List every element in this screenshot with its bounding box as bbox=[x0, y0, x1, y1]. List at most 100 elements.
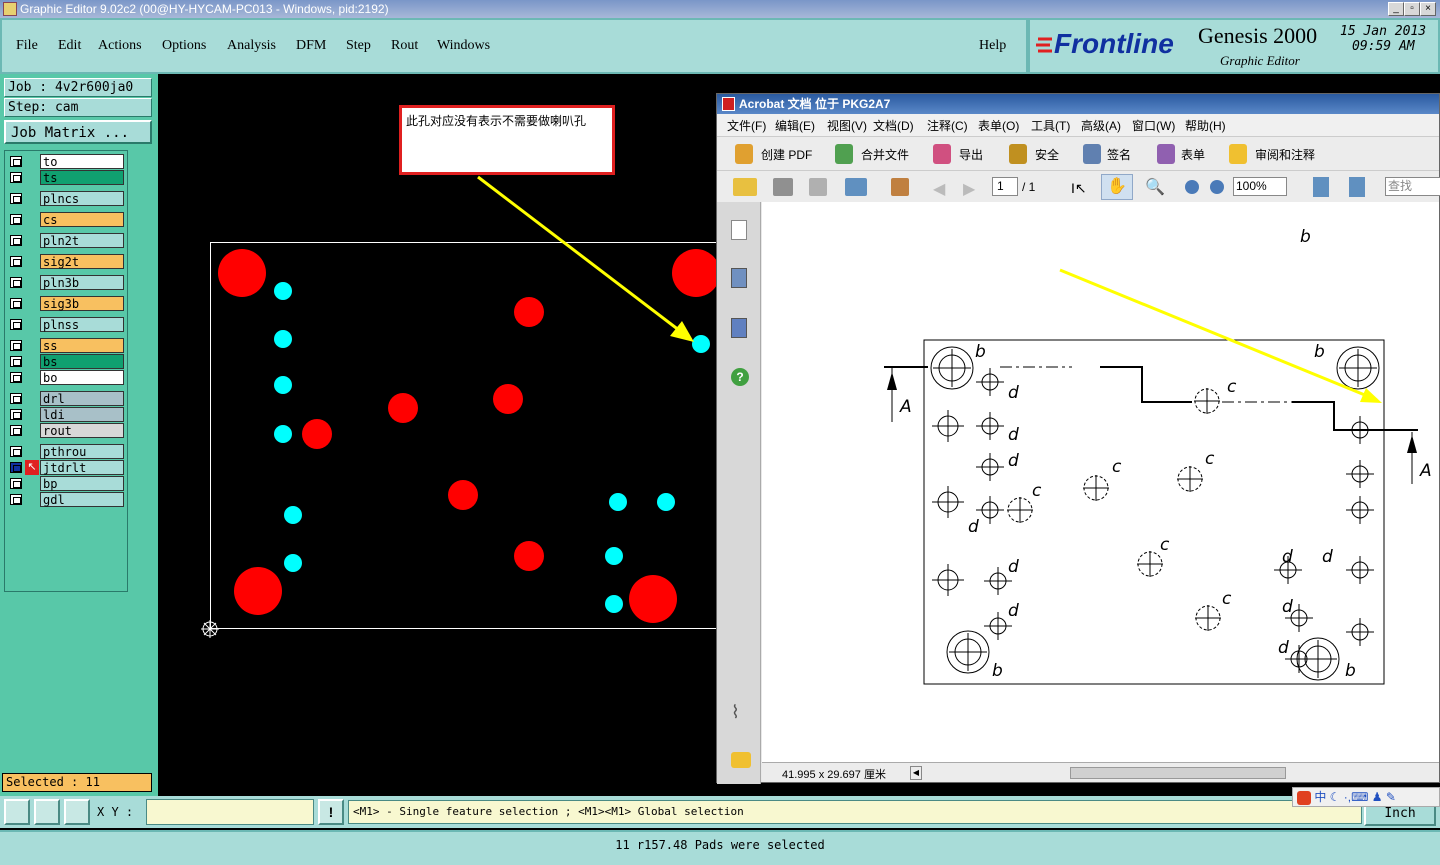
layer-checkbox[interactable] bbox=[10, 172, 22, 183]
layer-row-bs[interactable]: bs bbox=[8, 354, 124, 369]
acrobat-menu-item[interactable]: 视图(V) bbox=[827, 117, 867, 134]
security-button[interactable]: 安全 bbox=[1035, 146, 1059, 163]
layer-name[interactable]: bs bbox=[40, 354, 124, 369]
layer-checkbox[interactable] bbox=[10, 193, 22, 204]
sign-button[interactable]: 签名 bbox=[1107, 146, 1131, 163]
layer-row-sig2t[interactable]: sig2t bbox=[8, 254, 124, 269]
menu-rout[interactable]: Rout bbox=[391, 38, 418, 54]
ime-toolbar[interactable]: 中 ☾ ·,⌨ ♟ ✎ bbox=[1292, 787, 1440, 807]
xy-input[interactable] bbox=[146, 799, 314, 825]
layer-name[interactable]: pln2t bbox=[40, 233, 124, 248]
fit-width-icon[interactable] bbox=[1349, 177, 1365, 197]
save-icon[interactable] bbox=[809, 178, 827, 196]
signatures-panel-icon[interactable] bbox=[731, 318, 747, 338]
layer-checkbox[interactable] bbox=[10, 298, 22, 309]
layer-checkbox[interactable] bbox=[10, 494, 22, 505]
attachments-icon[interactable]: ⌇ bbox=[731, 702, 740, 723]
layer-name[interactable]: plncs bbox=[40, 191, 124, 206]
layer-row-bo[interactable]: bo bbox=[8, 370, 124, 385]
menu-dfm[interactable]: DFM bbox=[296, 38, 326, 54]
comments-panel-icon[interactable] bbox=[731, 752, 751, 768]
email-icon[interactable] bbox=[845, 178, 867, 196]
acrobat-menu-item[interactable]: 注释(C) bbox=[927, 117, 968, 134]
layer-name[interactable]: ss bbox=[40, 338, 124, 353]
layer-checkbox[interactable] bbox=[10, 256, 22, 267]
bookmarks-panel-icon[interactable] bbox=[731, 268, 747, 288]
layer-checkbox[interactable] bbox=[10, 462, 22, 473]
layer-row-jtdrlt[interactable]: jtdrlt ↖ bbox=[8, 460, 124, 475]
layer-checkbox[interactable] bbox=[10, 409, 22, 420]
menu-analysis[interactable]: Analysis bbox=[227, 38, 276, 54]
acrobat-menu-item[interactable]: 表单(O) bbox=[978, 117, 1019, 134]
layer-name[interactable]: pthrou bbox=[40, 444, 124, 459]
layer-row-pthrou[interactable]: pthrou bbox=[8, 444, 124, 459]
graphic-canvas[interactable]: 此孔对应没有表示不需要做喇叭孔 bbox=[158, 74, 721, 796]
layer-checkbox[interactable] bbox=[10, 214, 22, 225]
menu-options[interactable]: Options bbox=[162, 38, 206, 54]
pdf-page[interactable]: AAbbbbbccccccdddddddddd bbox=[762, 202, 1439, 762]
layer-checkbox[interactable] bbox=[10, 425, 22, 436]
pages-panel-icon[interactable] bbox=[731, 220, 747, 240]
minimize-button[interactable]: _ bbox=[1388, 2, 1404, 16]
color-picker-icon[interactable] bbox=[891, 178, 909, 196]
zoom-in-icon[interactable] bbox=[1210, 180, 1224, 194]
acrobat-menu-item[interactable]: 工具(T) bbox=[1031, 117, 1070, 134]
acrobat-menu-item[interactable]: 文档(D) bbox=[873, 117, 914, 134]
combine-files-button[interactable]: 合并文件 bbox=[861, 146, 909, 163]
layer-name[interactable]: sig3b bbox=[40, 296, 124, 311]
zoom-out-icon[interactable] bbox=[1185, 180, 1199, 194]
layer-row-cs[interactable]: cs bbox=[8, 212, 124, 227]
layer-row-drl[interactable]: drl bbox=[8, 391, 124, 406]
warning-button[interactable]: ! bbox=[318, 799, 344, 825]
export-button[interactable]: 导出 bbox=[959, 146, 983, 163]
layer-row-gdl[interactable]: gdl bbox=[8, 492, 124, 507]
help-icon[interactable]: ? bbox=[731, 368, 749, 386]
acrobat-menu-item[interactable]: 帮助(H) bbox=[1185, 117, 1226, 134]
layer-row-ts[interactable]: ts bbox=[8, 170, 124, 185]
zoom-level-select[interactable]: 100% bbox=[1233, 177, 1287, 196]
layer-row-rout[interactable]: rout bbox=[8, 423, 124, 438]
fit-page-icon[interactable] bbox=[1313, 177, 1329, 197]
menu-windows[interactable]: Windows bbox=[437, 38, 490, 54]
zoom-fit-icon[interactable] bbox=[4, 799, 30, 825]
job-matrix-button[interactable]: Job Matrix ... bbox=[4, 120, 152, 144]
layer-row-sig3b[interactable]: sig3b bbox=[8, 296, 124, 311]
layer-name[interactable]: ts bbox=[40, 170, 124, 185]
layer-name[interactable]: jtdrlt bbox=[40, 460, 124, 475]
layer-row-plnss[interactable]: plnss bbox=[8, 317, 124, 332]
horizontal-scrollbar-thumb[interactable] bbox=[1070, 767, 1286, 779]
layer-row-ss[interactable]: ss bbox=[8, 338, 124, 353]
zoom-area-icon[interactable] bbox=[34, 799, 60, 825]
layer-row-pln2t[interactable]: pln2t bbox=[8, 233, 124, 248]
forms-button[interactable]: 表单 bbox=[1181, 146, 1205, 163]
layer-row-ldi[interactable]: ldi bbox=[8, 407, 124, 422]
layer-name[interactable]: sig2t bbox=[40, 254, 124, 269]
menu-edit[interactable]: Edit bbox=[58, 38, 81, 54]
layer-name[interactable]: plnss bbox=[40, 317, 124, 332]
menu-step[interactable]: Step bbox=[346, 38, 371, 54]
grid-icon[interactable] bbox=[64, 799, 90, 825]
acrobat-menu-item[interactable]: 窗口(W) bbox=[1132, 117, 1175, 134]
layer-name[interactable]: ldi bbox=[40, 407, 124, 422]
zoom-tool-icon[interactable]: 🔍 bbox=[1145, 177, 1165, 197]
layer-name[interactable]: rout bbox=[40, 423, 124, 438]
search-input[interactable]: 查找 bbox=[1385, 177, 1440, 196]
layer-checkbox[interactable] bbox=[10, 393, 22, 404]
scroll-left-icon[interactable]: ◀ bbox=[910, 766, 922, 780]
menu-actions[interactable]: Actions bbox=[98, 38, 142, 54]
select-tool-icon[interactable]: I↖ bbox=[1071, 180, 1087, 197]
next-page-icon[interactable]: ▶ bbox=[963, 179, 975, 199]
close-button[interactable]: × bbox=[1420, 2, 1436, 16]
menu-help[interactable]: Help bbox=[979, 38, 1006, 54]
layer-name[interactable]: bo bbox=[40, 370, 124, 385]
menu-file[interactable]: File bbox=[16, 38, 38, 54]
layer-row-to[interactable]: to bbox=[8, 154, 124, 169]
review-comment-button[interactable]: 审阅和注释 bbox=[1255, 146, 1315, 163]
layer-checkbox[interactable] bbox=[10, 156, 22, 167]
layer-name[interactable]: pln3b bbox=[40, 275, 124, 290]
acrobat-menu-item[interactable]: 高级(A) bbox=[1081, 117, 1121, 134]
layer-name[interactable]: bp bbox=[40, 476, 124, 491]
acrobat-menu-item[interactable]: 文件(F) bbox=[727, 117, 766, 134]
layer-checkbox[interactable] bbox=[10, 277, 22, 288]
layer-checkbox[interactable] bbox=[10, 235, 22, 246]
